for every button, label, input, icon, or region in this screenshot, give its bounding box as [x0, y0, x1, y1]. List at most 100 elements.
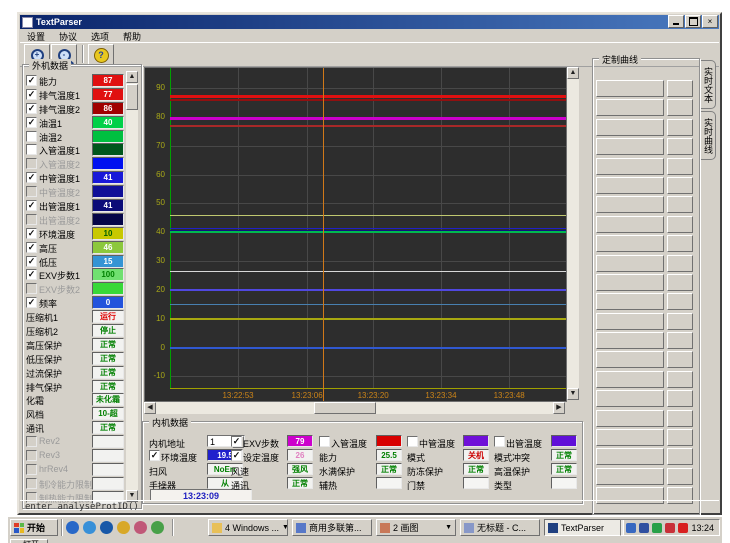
- indoor-checkbox[interactable]: ✓: [231, 436, 242, 447]
- curve-name-slot[interactable]: [596, 177, 664, 194]
- curve-assign-slot[interactable]: [667, 138, 693, 155]
- curve-name-slot[interactable]: [596, 293, 664, 310]
- show-desktop-icon[interactable]: [100, 521, 113, 534]
- maximize-button[interactable]: [685, 15, 701, 28]
- curve-assign-slot[interactable]: [667, 99, 693, 116]
- indoor-checkbox[interactable]: ✓: [231, 450, 242, 461]
- menu-item-3[interactable]: 选项: [84, 29, 116, 42]
- item-checkbox[interactable]: ✓: [26, 269, 37, 280]
- chart-plot[interactable]: 9080706050403020100-1013:22:5313:23:0613…: [144, 67, 567, 402]
- item-checkbox[interactable]: ✓: [26, 256, 37, 267]
- curve-assign-slot[interactable]: [667, 390, 693, 407]
- chart-scroll-left-icon[interactable]: ◀: [144, 402, 156, 414]
- side-tab-1[interactable]: 实时文本: [701, 60, 716, 109]
- taskbar-button-1[interactable]: 4 Windows ...▼: [208, 519, 288, 536]
- curve-assign-slot[interactable]: [667, 80, 693, 97]
- curve-name-slot[interactable]: [596, 274, 664, 291]
- curve-assign-slot[interactable]: [667, 235, 693, 252]
- menu-item-4[interactable]: 帮助: [116, 29, 148, 42]
- curve-assign-slot[interactable]: [667, 371, 693, 388]
- menu-item-1[interactable]: 设置: [20, 29, 52, 42]
- close-button[interactable]: ×: [702, 15, 718, 28]
- item-checkbox[interactable]: [26, 144, 37, 155]
- chart-vscrollbar[interactable]: ▲ ▼: [567, 67, 579, 400]
- curve-name-slot[interactable]: [596, 332, 664, 349]
- item-checkbox[interactable]: ✓: [26, 200, 37, 211]
- minimize-button[interactable]: [668, 15, 684, 28]
- monitor-icon[interactable]: [665, 523, 675, 533]
- security-icon[interactable]: [134, 521, 147, 534]
- network-icon[interactable]: [626, 523, 636, 533]
- curve-name-slot[interactable]: [596, 158, 664, 175]
- curve-assign-slot[interactable]: [667, 255, 693, 272]
- browser-icon[interactable]: [83, 521, 96, 534]
- scroll-up-icon[interactable]: ▲: [126, 71, 138, 83]
- item-checkbox[interactable]: ✓: [26, 297, 37, 308]
- curve-name-slot[interactable]: [596, 138, 664, 155]
- start-button[interactable]: 开始: [10, 519, 58, 536]
- curve-assign-slot[interactable]: [667, 196, 693, 213]
- messenger-icon[interactable]: [151, 521, 164, 534]
- indoor-checkbox[interactable]: [407, 436, 418, 447]
- curve-name-slot[interactable]: [596, 448, 664, 465]
- antivirus-icon[interactable]: [652, 523, 662, 533]
- taskbar-button-5[interactable]: TextParser: [544, 519, 624, 536]
- taskbar-button-4[interactable]: 无标题 - C...: [460, 519, 540, 536]
- curve-assign-slot[interactable]: [667, 293, 693, 310]
- volume-icon[interactable]: [639, 523, 649, 533]
- curve-assign-slot[interactable]: [667, 410, 693, 427]
- curve-assign-slot[interactable]: [667, 351, 693, 368]
- curve-name-slot[interactable]: [596, 119, 664, 136]
- item-checkbox[interactable]: ✓: [26, 103, 37, 114]
- curve-assign-slot[interactable]: [667, 177, 693, 194]
- curve-assign-slot[interactable]: [667, 332, 693, 349]
- taskbar-button-2[interactable]: 商用多联第...: [292, 519, 372, 536]
- chart-scroll-down-icon[interactable]: ▼: [567, 388, 579, 400]
- chart-hscroll-thumb[interactable]: [314, 402, 376, 414]
- curve-name-slot[interactable]: [596, 80, 664, 97]
- side-tab-2[interactable]: 实时曲线: [701, 111, 716, 160]
- item-checkbox[interactable]: ✓: [26, 172, 37, 183]
- curve-name-slot[interactable]: [596, 351, 664, 368]
- internet-explorer-icon[interactable]: [66, 521, 79, 534]
- curve-assign-slot[interactable]: [667, 216, 693, 233]
- curve-name-slot[interactable]: [596, 196, 664, 213]
- curve-name-slot[interactable]: [596, 235, 664, 252]
- chart-hscrollbar[interactable]: ◀ ▶: [144, 402, 565, 414]
- curve-assign-slot[interactable]: [667, 119, 693, 136]
- curve-assign-slot[interactable]: [667, 274, 693, 291]
- curve-name-slot[interactable]: [596, 410, 664, 427]
- curve-name-slot[interactable]: [596, 429, 664, 446]
- curve-assign-slot[interactable]: [667, 158, 693, 175]
- menu-item-2[interactable]: 协议: [52, 29, 84, 42]
- item-checkbox[interactable]: ✓: [26, 75, 37, 86]
- curve-assign-slot[interactable]: [667, 448, 693, 465]
- chart-scroll-up-icon[interactable]: ▲: [567, 67, 579, 79]
- curve-name-slot[interactable]: [596, 371, 664, 388]
- chart-scroll-right-icon[interactable]: ▶: [553, 402, 565, 414]
- outdoor-scrollbar[interactable]: ▲ ▼: [126, 71, 138, 502]
- help-button[interactable]: ?: [88, 44, 114, 66]
- item-checkbox[interactable]: ✓: [26, 117, 37, 128]
- curve-assign-slot[interactable]: [667, 313, 693, 330]
- item-checkbox[interactable]: [26, 131, 37, 142]
- item-checkbox[interactable]: ✓: [26, 89, 37, 100]
- scroll-thumb[interactable]: [126, 84, 138, 110]
- curve-name-slot[interactable]: [596, 216, 664, 233]
- curve-assign-slot[interactable]: [667, 429, 693, 446]
- indoor-checkbox[interactable]: [319, 436, 330, 447]
- outlook-icon[interactable]: [117, 521, 130, 534]
- alert-icon[interactable]: [678, 523, 688, 533]
- taskbar-button-3[interactable]: 2 画图▼: [376, 519, 456, 536]
- open-button[interactable]: 打开: [10, 539, 48, 543]
- item-checkbox[interactable]: ✓: [26, 228, 37, 239]
- indoor-checkbox[interactable]: ✓: [149, 450, 160, 461]
- title-bar[interactable]: TextParser: [20, 15, 719, 29]
- curve-name-slot[interactable]: [596, 313, 664, 330]
- curve-name-slot[interactable]: [596, 468, 664, 485]
- curve-name-slot[interactable]: [596, 255, 664, 272]
- indoor-checkbox[interactable]: [494, 436, 505, 447]
- curve-name-slot[interactable]: [596, 99, 664, 116]
- curve-name-slot[interactable]: [596, 390, 664, 407]
- item-checkbox[interactable]: ✓: [26, 242, 37, 253]
